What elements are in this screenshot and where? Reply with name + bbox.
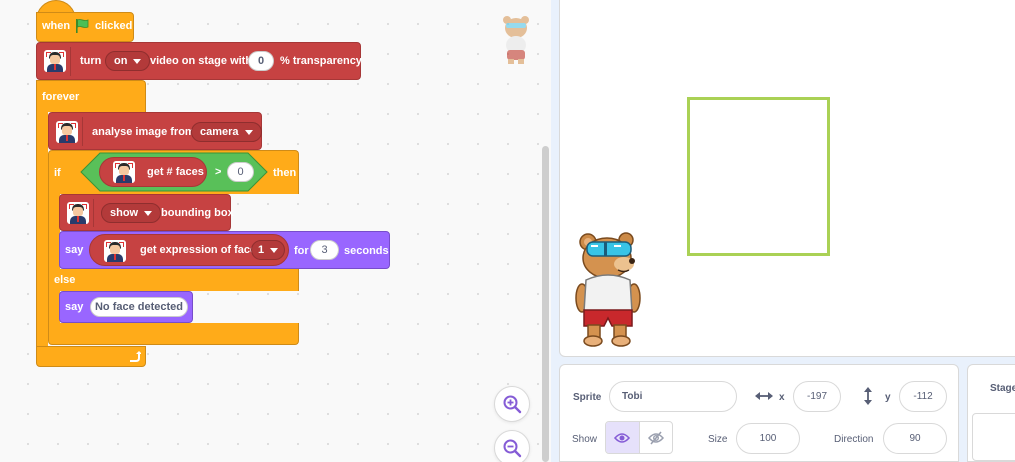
else-section: else	[48, 269, 299, 291]
direction-input[interactable]: 90	[883, 423, 947, 454]
sprite-name-input[interactable]: Tobi	[609, 381, 737, 412]
say-message-input[interactable]: No face detected	[90, 297, 188, 317]
vertical-arrows-icon	[864, 387, 872, 405]
bounding-box-option-value: show	[110, 206, 139, 219]
show-label: Show	[572, 434, 598, 445]
block-divider	[93, 199, 94, 227]
y-position-input[interactable]: -112	[899, 381, 947, 412]
bounding-box-label: bounding box	[161, 207, 234, 219]
sprite-label: Sprite	[573, 392, 602, 403]
stage-thumbnail[interactable]	[972, 413, 1015, 461]
turn-video-block[interactable]: turn on video on stage with 0 % transpar…	[36, 42, 362, 80]
hat-when-label: when	[42, 20, 71, 32]
code-area-scrollbar[interactable]	[542, 146, 549, 462]
loop-arrow-icon	[130, 351, 141, 362]
image-source-value: camera	[200, 125, 239, 138]
face-index-value: 1	[258, 243, 265, 256]
then-label: then	[273, 167, 297, 179]
if-else-footer	[48, 323, 299, 345]
analyse-image-block[interactable]: analyse image from camera	[48, 112, 262, 150]
zoom-out-icon	[503, 439, 522, 458]
visibility-toggle	[605, 421, 673, 454]
size-input[interactable]: 100	[736, 423, 800, 454]
get-expression-label: get expression of face	[140, 244, 257, 256]
video-on-stage-label: video on stage with	[150, 55, 253, 67]
bounding-box-block[interactable]: show bounding box	[59, 194, 234, 231]
get-faces-reporter[interactable]: get # faces	[99, 157, 207, 187]
face-detection-icon	[104, 240, 126, 262]
if-label: if	[54, 167, 61, 179]
dropdown-caret-icon	[133, 58, 142, 64]
eye-slash-icon	[647, 431, 664, 444]
hat-clicked-label: clicked	[95, 20, 133, 32]
seconds-label: seconds	[344, 245, 389, 257]
video-state-value: on	[114, 54, 128, 67]
hide-sprite-button[interactable]	[640, 422, 673, 453]
x-label: x	[779, 392, 785, 403]
size-label: Size	[708, 434, 728, 445]
else-label: else	[54, 274, 76, 286]
x-position-input[interactable]: -197	[793, 381, 841, 412]
show-sprite-button[interactable]	[606, 422, 640, 453]
green-flag-icon	[76, 19, 89, 33]
face-detection-icon	[56, 121, 78, 143]
tobi-sprite[interactable]	[574, 230, 646, 348]
zoom-in-button[interactable]	[494, 386, 530, 422]
say-label: say	[65, 244, 84, 256]
block-divider	[82, 117, 83, 146]
dropdown-caret-icon	[144, 210, 153, 216]
transparency-input[interactable]: 0	[248, 51, 274, 71]
transparency-label: % transparency	[280, 55, 362, 67]
forever-label: forever	[42, 91, 80, 103]
analyse-label: analyse image from	[92, 126, 195, 138]
video-state-dropdown[interactable]: on	[105, 51, 151, 71]
forever-block[interactable]: forever	[36, 80, 146, 112]
forever-arm	[36, 111, 48, 347]
face-detection-icon	[67, 202, 89, 224]
stage-label: Stage	[990, 383, 1015, 394]
when-flag-clicked-block[interactable]: when clicked	[36, 12, 134, 42]
stage-target-panel[interactable]: Stage	[967, 364, 1015, 462]
stage[interactable]	[559, 0, 1015, 357]
seconds-input[interactable]: 3	[310, 240, 339, 260]
zoom-out-button[interactable]	[494, 430, 530, 462]
bounding-box-option-dropdown[interactable]: show	[101, 203, 162, 223]
dropdown-caret-icon	[244, 129, 253, 135]
image-source-dropdown[interactable]: camera	[191, 122, 262, 142]
dropdown-caret-icon	[270, 247, 279, 253]
direction-label: Direction	[834, 434, 874, 445]
face-detection-icon	[113, 161, 135, 183]
get-faces-label: get # faces	[147, 166, 204, 178]
horizontal-arrows-icon	[755, 392, 773, 400]
editor-window: when clicked turn on video on stage with…	[0, 0, 1015, 462]
sprite-thumbnail	[503, 16, 529, 64]
greater-than-operator: >	[215, 166, 222, 178]
forever-footer	[36, 346, 146, 367]
get-expression-reporter[interactable]: get expression of face 1	[89, 234, 289, 266]
zoom-in-icon	[503, 395, 522, 414]
say-no-face-block[interactable]: say No face detected	[59, 291, 193, 323]
say-label: say	[65, 301, 84, 313]
eye-icon	[614, 432, 631, 443]
face-bounding-box	[687, 97, 830, 256]
code-area[interactable]: when clicked turn on video on stage with…	[0, 0, 551, 462]
turn-label: turn	[80, 55, 102, 67]
for-label: for	[294, 245, 309, 257]
face-index-dropdown[interactable]: 1	[251, 240, 286, 260]
y-label: y	[885, 392, 891, 403]
faces-threshold-input[interactable]: 0	[227, 162, 254, 182]
face-detection-icon	[44, 50, 66, 72]
block-divider	[70, 47, 71, 76]
